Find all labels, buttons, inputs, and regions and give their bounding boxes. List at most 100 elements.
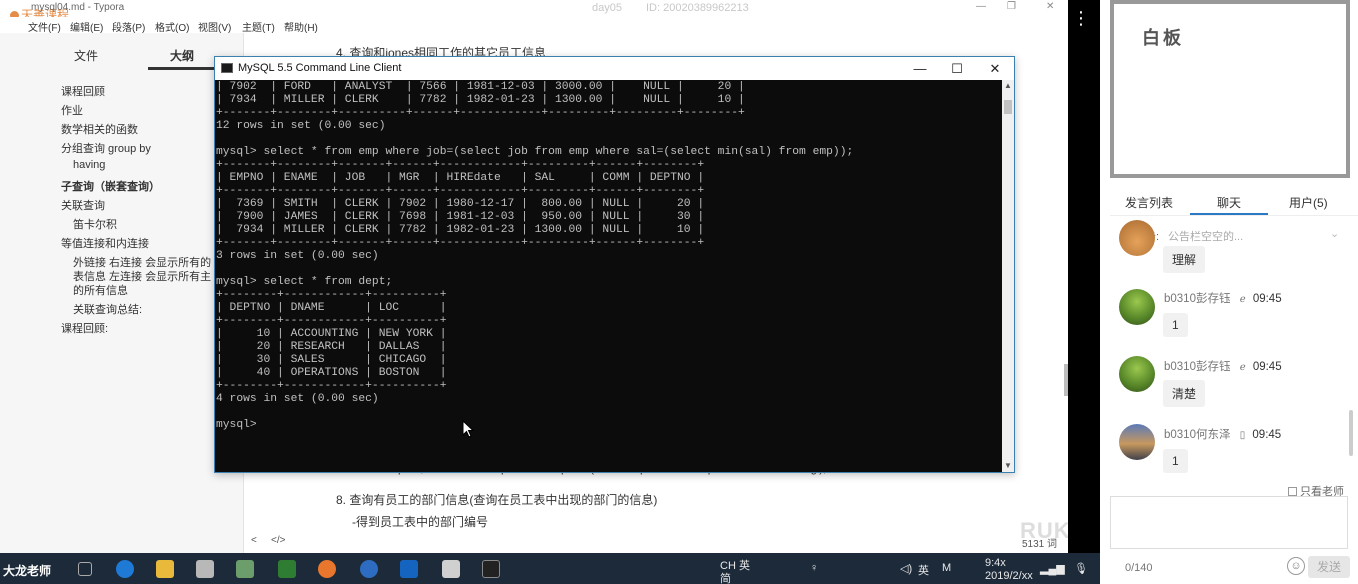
announcement-text: 公告栏空空的... [1168,231,1244,243]
file-explorer-icon[interactable] [156,560,174,578]
excel-icon[interactable] [278,560,296,578]
scroll-up-icon[interactable]: ▲ [1002,80,1014,92]
outline-item[interactable]: 等值连接和内连接 [61,235,149,251]
firefox-icon[interactable] [318,560,336,578]
avatar [1119,356,1155,392]
console-app-icon [221,63,233,73]
microphone-icon[interactable]: 🎙 [1074,562,1088,575]
menu-edit[interactable]: 编辑(E) [70,19,103,34]
message-time: 09:45 [1252,361,1282,373]
message-header: b0310彭存钰 ℯ 09:45 [1164,290,1282,306]
doc-heading-8: 8. 查询有员工的部门信息(查询在员工表中出现的部门的信息) [336,493,658,507]
checkbox-icon[interactable] [1288,487,1297,496]
task-view-icon[interactable] [78,562,92,576]
edge-icon[interactable] [116,560,134,578]
phone-icon: ▯ [1239,430,1246,441]
message-time: 09:45 [1252,429,1282,441]
meeting-icon[interactable] [400,560,418,578]
outline-item[interactable]: 关联查询 [61,197,105,213]
source-code-icon[interactable]: </> [271,535,285,546]
typora-titlebar: 天善课程 mysql04.md - Typora day05 ID: 20020… [0,0,1068,22]
message-bubble: 1 [1163,313,1188,337]
console-title: MySQL 5.5 Command Line Client [238,62,402,74]
typora-icon[interactable] [442,560,460,578]
menu-format[interactable]: 格式(O) [155,19,189,34]
console-titlebar[interactable]: MySQL 5.5 Command Line Client — ☐ ✕ [215,57,1014,80]
mail-icon[interactable] [196,560,214,578]
console-close-button[interactable]: ✕ [975,59,1015,78]
avatar [1119,424,1155,460]
ie-icon[interactable] [360,560,378,578]
outline-item[interactable]: 分组查询 group by [61,140,151,156]
outline-item[interactable]: 课程回顾 [61,83,105,99]
minimize-icon[interactable]: — [976,1,986,12]
tray-signal-icon: ▂▄▆ [1040,563,1065,575]
tray-date[interactable]: 2019/2/xx [985,570,1033,582]
menu-help[interactable]: 帮助(H) [284,19,318,34]
console-text: | 7902 | FORD | ANALYST | 7566 | 1981-12… [216,81,854,431]
message-header: b0310彭存钰 ℯ 09:45 [1164,358,1282,374]
whiteboard-title: 白板 [1142,28,1184,48]
scroll-thumb[interactable] [1004,100,1012,114]
message-sender: b0310彭存钰 [1164,293,1231,305]
chevron-down-icon[interactable]: ⌄ [1330,227,1339,240]
message-bubble: 1 [1163,449,1188,473]
avatar [1119,289,1155,325]
doc-subtext: -得到员工表中的部门编号 [352,515,488,529]
sidebar-tab-outline[interactable]: 大纲 [170,47,194,64]
tray-network-icon[interactable]: ♀ [810,562,818,574]
mysql-console-window[interactable]: MySQL 5.5 Command Line Client — ☐ ✕ | 79… [214,56,1015,473]
console-scrollbar[interactable]: ▲ ▼ [1002,80,1014,472]
ie-icon: ℯ [1239,294,1246,305]
console-output[interactable]: | 7902 | FORD | ANALYST | 7566 | 1981-12… [215,80,1002,472]
tab-users[interactable]: 用户(5) [1289,194,1328,211]
close-icon[interactable]: ✕ [1046,1,1054,12]
more-menu-icon[interactable]: ⋮ [1072,8,1090,28]
typora-menubar: 文件(F) 编辑(E) 段落(P) 格式(O) 视图(V) 主题(T) 帮助(H… [0,17,1068,34]
tray-ime-simplified[interactable]: 简 [720,570,731,584]
tray-time[interactable]: 9:4x [985,557,1006,569]
whiteboard-canvas[interactable]: 白板 [1114,4,1346,174]
maximize-icon[interactable]: ❐ [1007,1,1016,12]
menu-view[interactable]: 视图(V) [198,19,231,34]
course-label: day05 [592,2,622,14]
back-icon[interactable]: < [251,535,257,546]
scroll-down-icon[interactable]: ▼ [1002,460,1014,472]
whiteboard[interactable]: 白板 [1110,0,1350,178]
emoji-icon[interactable]: ☺ [1287,557,1305,575]
outline-item[interactable]: 作业 [61,102,83,118]
screen: 天善课程 mysql04.md - Typora day05 ID: 20020… [0,0,1358,584]
menu-file[interactable]: 文件(F) [28,19,61,34]
tray-volume-icon[interactable]: ◁) [900,562,912,575]
ruka-watermark: RUKA [1020,518,1068,543]
sidebar-tab-files[interactable]: 文件 [74,47,98,64]
avatar [1119,220,1155,256]
outline-item[interactable]: 笛卡尔积 [73,216,117,232]
outline-item[interactable]: 关联查询总结: [73,301,142,317]
outline-item[interactable]: 数学相关的函数 [61,121,138,137]
app-icon[interactable] [236,560,254,578]
sidebar-tab-underline [148,67,218,70]
tab-speakers[interactable]: 发言列表 [1125,194,1173,211]
outline-item[interactable]: having [73,159,105,171]
send-button[interactable]: 发送 [1308,556,1350,578]
console-maximize-button[interactable]: ☐ [937,59,977,78]
outline-item[interactable]: 课程回顾: [61,320,108,336]
tab-chat[interactable]: 聊天 [1217,194,1241,211]
typora-window-title: mysql04.md - Typora [31,2,125,13]
menu-theme[interactable]: 主题(T) [242,19,275,34]
outline-item-active[interactable]: 子查询（嵌套查询） [61,178,160,194]
tray-language[interactable]: 英 [918,562,929,578]
message-sender: b0310何东泽 [1164,429,1231,441]
console-taskbar-icon[interactable] [482,560,500,578]
message-bubble: 理解 [1163,246,1206,273]
menu-paragraph[interactable]: 段落(P) [112,19,145,34]
chat-scrollbar[interactable] [1349,410,1353,456]
tray-keyboard-icon[interactable]: M [942,562,951,574]
editor-scrollbar[interactable] [1064,364,1068,396]
chat-input[interactable] [1110,496,1348,549]
outline-item[interactable]: 的所有信息 [73,282,128,298]
console-minimize-button[interactable]: — [900,59,940,78]
typora-sidebar: 文件 大纲 课程回顾 作业 数学相关的函数 分组查询 group by havi… [0,33,244,553]
ie-icon: ℯ [1239,362,1246,373]
